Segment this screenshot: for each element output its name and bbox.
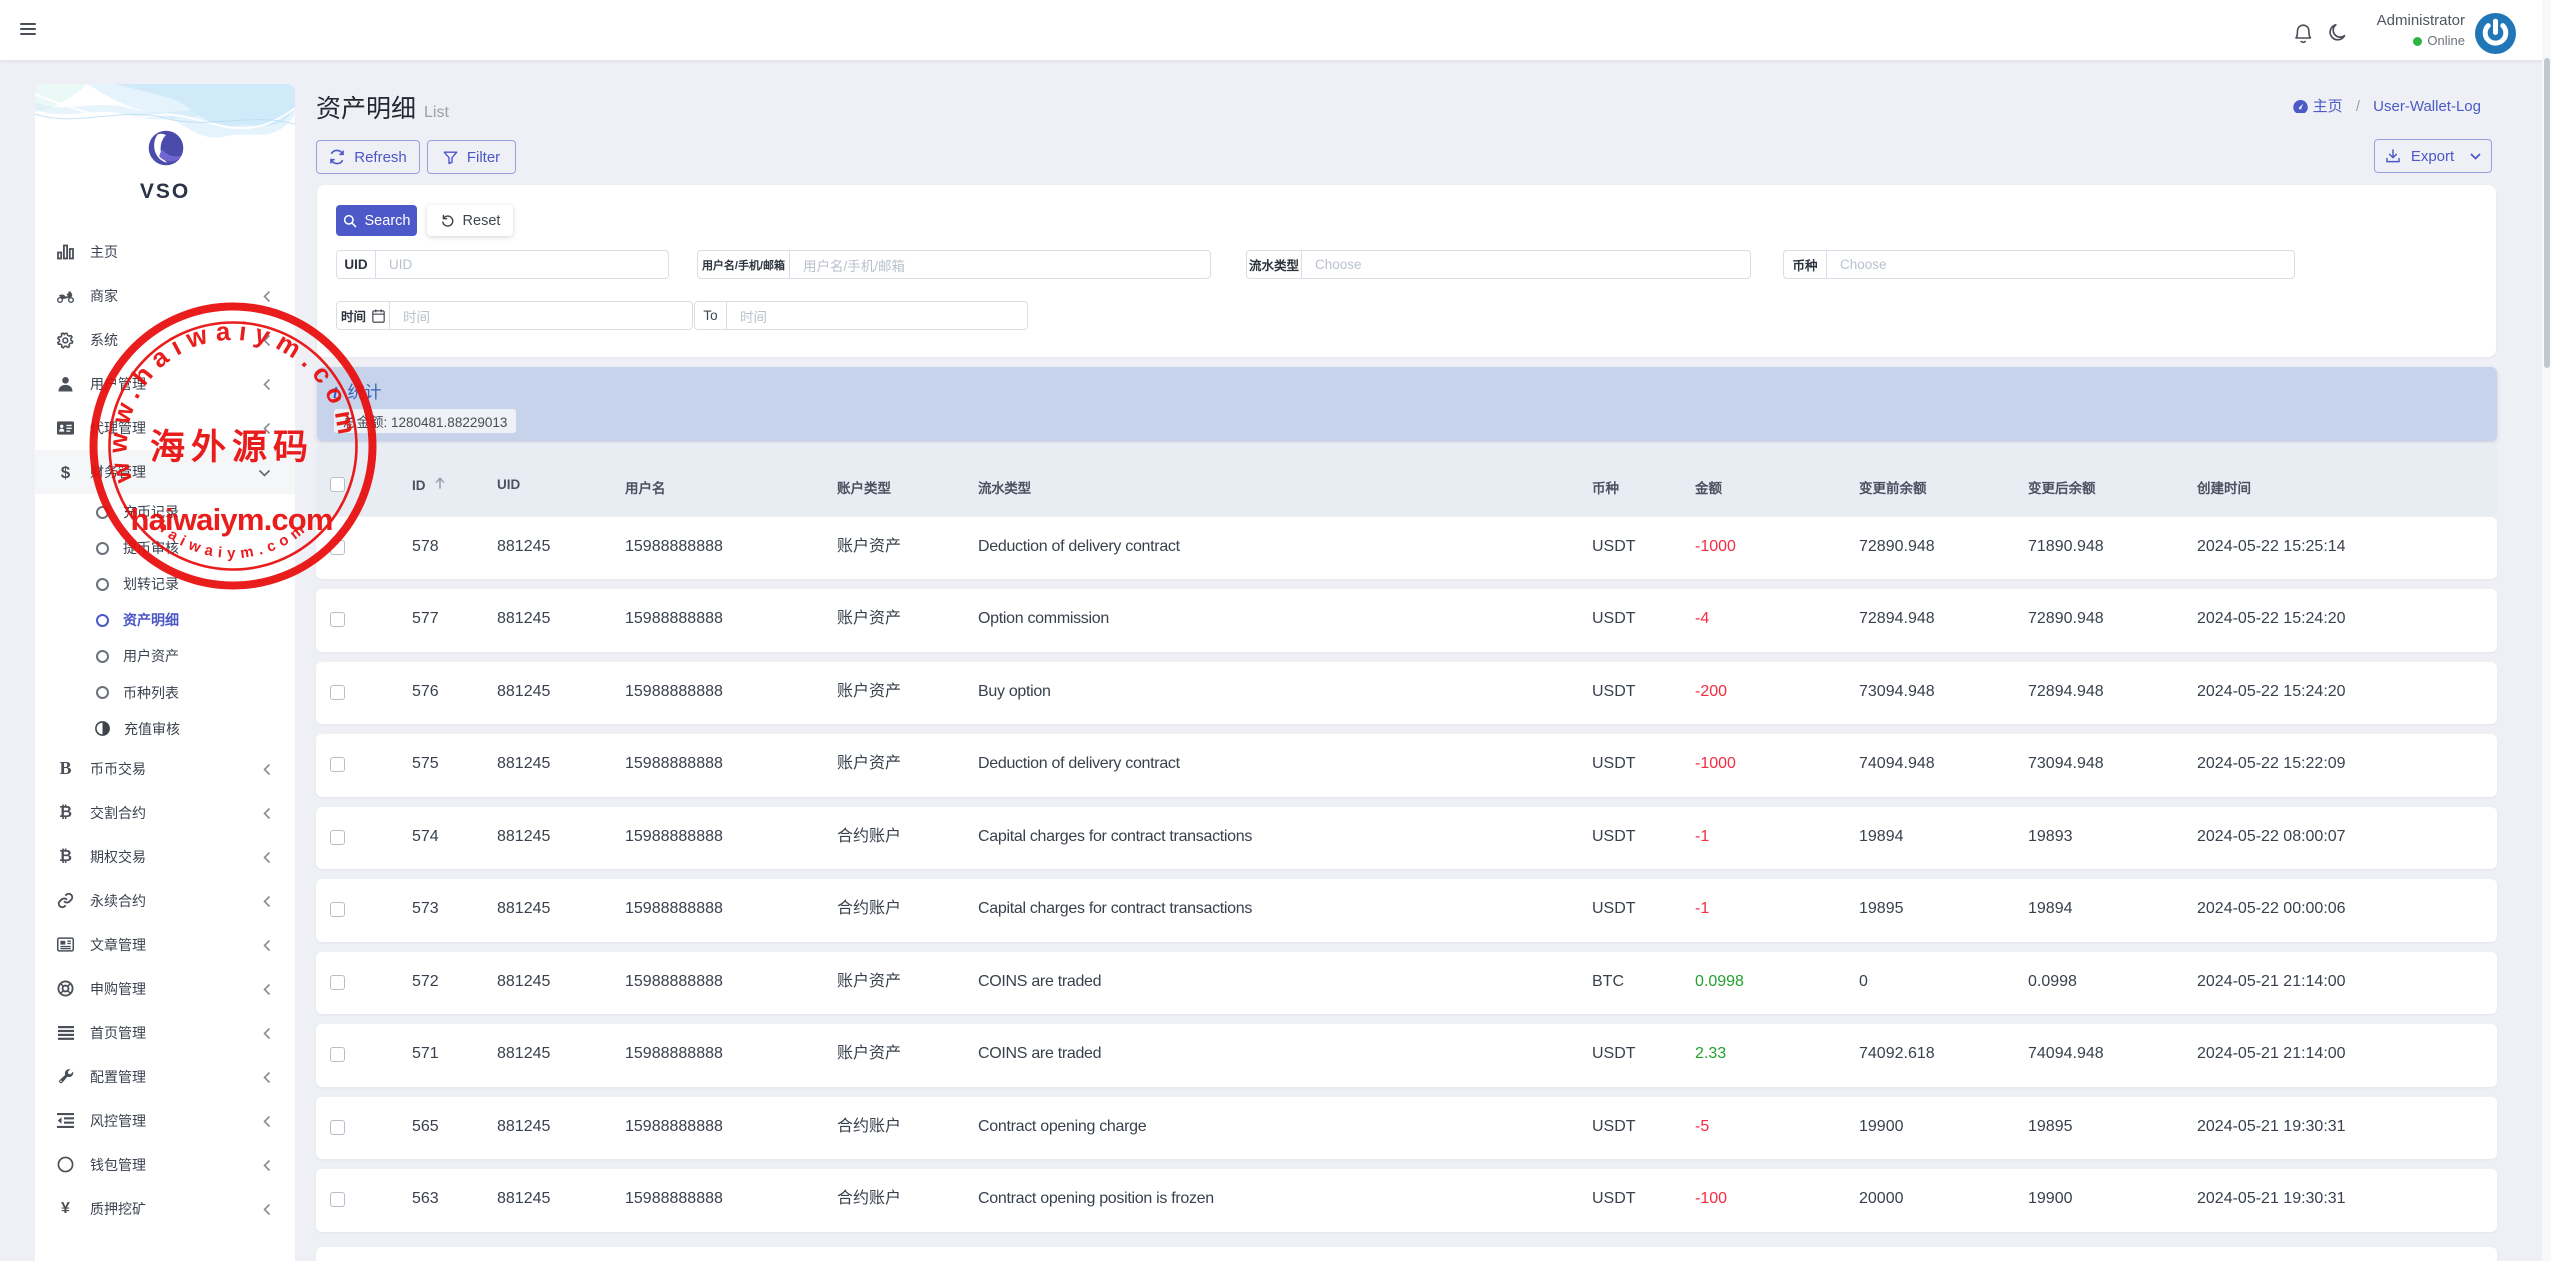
svg-text:海外源码: 海外源码 <box>150 428 314 467</box>
